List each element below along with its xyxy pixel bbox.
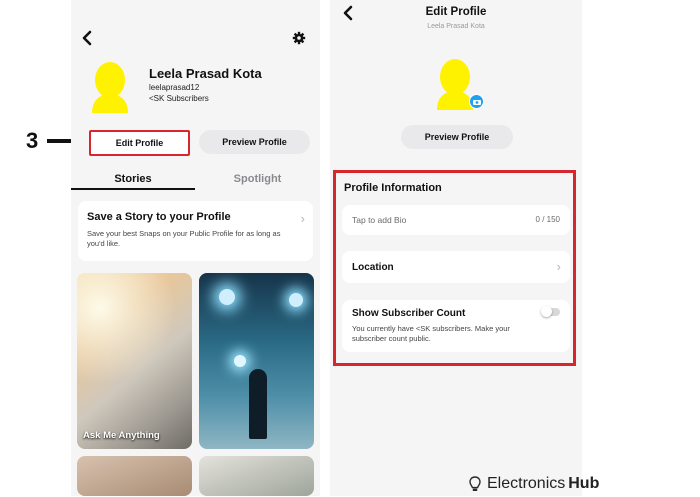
section-title: Profile Information xyxy=(344,182,442,194)
bio-placeholder: Tap to add Bio xyxy=(352,215,407,225)
subscriber-count-row: Show Subscriber Count You currently have… xyxy=(342,300,570,352)
gear-icon[interactable] xyxy=(292,31,306,50)
stage-light xyxy=(289,293,303,307)
step-number: 3 xyxy=(26,128,39,153)
subscriber-count-toggle[interactable] xyxy=(541,306,560,317)
story-tile-bottom-left[interactable] xyxy=(77,456,192,496)
profile-username: leelaprasad12 xyxy=(149,83,200,92)
watermark-electronics: Electronics xyxy=(487,475,566,492)
edit-profile-button[interactable]: Edit Profile xyxy=(89,130,190,156)
bio-character-count: 0 / 150 xyxy=(535,215,560,224)
tab-spotlight[interactable]: Spotlight xyxy=(195,173,320,185)
preview-profile-button[interactable]: Preview Profile xyxy=(401,125,513,149)
profile-name: Leela Prasad Kota xyxy=(149,66,262,81)
save-story-desc: Save your best Snaps on your Public Prof… xyxy=(87,229,281,248)
performer-silhouette xyxy=(249,369,267,439)
avatar xyxy=(90,58,130,114)
watermark: Electronics Hub xyxy=(469,475,599,493)
watermark-hub: Hub xyxy=(568,475,600,492)
story-tile-concert[interactable] xyxy=(199,273,314,449)
tile-label: Ask Me Anything xyxy=(83,430,160,441)
toggle-knob xyxy=(541,306,552,317)
page-subtitle: Leela Prasad Kota xyxy=(427,23,485,30)
chevron-right-icon: › xyxy=(300,211,305,226)
subscriber-count-desc: You currently have <SK subscribers. Make… xyxy=(352,324,510,343)
location-label: Location xyxy=(352,262,394,273)
page-title: Edit Profile xyxy=(425,6,487,18)
tile-photo-overlay xyxy=(77,273,192,449)
save-story-title: Save a Story to your Profile xyxy=(87,211,231,223)
subscriber-count: <SK Subscribers xyxy=(149,94,209,103)
bulb-icon xyxy=(469,476,481,492)
profile-screen: Leela Prasad Kota leelaprasad12 <SK Subs… xyxy=(71,0,320,496)
story-tile-ask-me-anything[interactable]: Ask Me Anything xyxy=(77,273,192,449)
story-tile-bottom-right[interactable] xyxy=(199,456,314,496)
stage-light xyxy=(234,355,246,367)
camera-icon[interactable] xyxy=(469,94,484,109)
edit-profile-screen: Edit Profile Leela Prasad Kota Preview P… xyxy=(330,0,582,496)
tab-stories[interactable]: Stories xyxy=(71,173,195,185)
save-story-card[interactable]: Save a Story to your Profile Save your b… xyxy=(78,201,313,261)
stage-light xyxy=(219,289,235,305)
back-icon[interactable] xyxy=(81,30,93,51)
subscriber-count-title: Show Subscriber Count xyxy=(352,308,466,319)
tab-stories-underline xyxy=(71,188,195,190)
preview-profile-button[interactable]: Preview Profile xyxy=(199,130,310,154)
chevron-right-icon: › xyxy=(556,259,561,274)
location-row[interactable]: Location › xyxy=(342,251,570,283)
bio-field[interactable]: Tap to add Bio 0 / 150 xyxy=(342,205,570,235)
